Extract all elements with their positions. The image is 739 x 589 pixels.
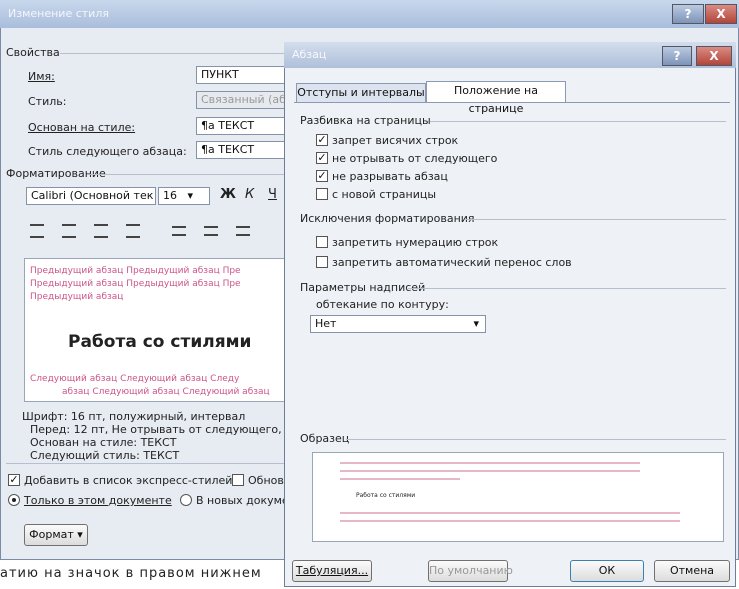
preview-next-line: абзац Следующий абзац Следующий абзац xyxy=(62,387,270,397)
based-on-select[interactable]: ¶a ТЕКСТ xyxy=(196,117,286,135)
properties-divider xyxy=(60,53,284,54)
document-body-text: атию на значок в правом нижнем xyxy=(0,566,262,581)
preview-line xyxy=(340,478,460,480)
name-label: Имя: xyxy=(28,70,55,83)
formatting-divider xyxy=(90,174,284,175)
style-description: Следующий стиль: ТЕКСТ xyxy=(30,449,180,462)
align-left-icon[interactable] xyxy=(30,224,44,238)
new-documents-radio[interactable] xyxy=(180,494,192,506)
add-quick-style-checkbox[interactable]: ✓ xyxy=(8,474,20,486)
tab-strip-line xyxy=(294,102,730,103)
tab-line-page-breaks[interactable]: Положение на странице xyxy=(426,81,566,115)
close-button[interactable]: X xyxy=(705,4,737,24)
keep-with-next-checkbox[interactable]: ✓ xyxy=(316,152,328,164)
one-half-spacing-icon[interactable] xyxy=(204,226,218,236)
align-center-icon[interactable] xyxy=(62,224,76,238)
keep-with-next-label: не отрывать от следующего xyxy=(332,152,498,165)
dont-hyphenate-checkbox[interactable] xyxy=(316,256,328,268)
font-size-select[interactable]: 16 ▾ xyxy=(158,187,210,205)
ok-button[interactable]: ОК xyxy=(570,560,644,582)
style-description: Основан на стиле: ТЕКСТ xyxy=(30,436,177,449)
help-button[interactable]: ? xyxy=(672,4,704,24)
cancel-button[interactable]: Отмена xyxy=(654,560,730,582)
single-spacing-icon[interactable] xyxy=(172,226,186,236)
style-description: Шрифт: 16 пт, полужирный, интервал xyxy=(22,410,246,423)
paragraph-title: Абзац xyxy=(292,48,327,61)
preview-line xyxy=(340,520,680,522)
widow-control-checkbox[interactable]: ✓ xyxy=(316,134,328,146)
preview-heading: Образец xyxy=(300,432,350,445)
tabs-button[interactable]: Табуляция... xyxy=(292,560,372,582)
preview-next-line: Следующий абзац Следующий абзац Следу xyxy=(30,374,240,384)
add-quick-style-label: Добавить в список экспресс-стилей xyxy=(24,474,233,487)
radio-selected-dot xyxy=(12,498,16,502)
only-this-document-label: Только в этом документе xyxy=(24,494,172,507)
tab-indents-spacing[interactable]: Отступы и интервалы xyxy=(296,83,426,103)
textbox-divider xyxy=(408,288,726,289)
preview-divider xyxy=(346,439,726,440)
page-break-before-checkbox[interactable] xyxy=(316,188,328,200)
pagination-heading: Разбивка на страницы xyxy=(300,114,431,127)
format-button[interactable]: Формат ▾ xyxy=(24,524,88,546)
textbox-options-heading: Параметры надписей xyxy=(300,281,426,294)
preview-line xyxy=(340,462,640,464)
page-break-before-label: с новой страницы xyxy=(332,188,437,201)
widow-control-label: запрет висячих строк xyxy=(332,134,459,147)
preview-previous-line: Предыдущий абзац Предыдущий абзац Пре xyxy=(30,279,241,289)
only-this-document-radio[interactable] xyxy=(8,494,20,506)
tight-wrap-select[interactable]: Нет ▾ xyxy=(310,315,486,333)
suppress-line-numbers-checkbox[interactable] xyxy=(316,236,328,248)
next-style-select[interactable]: ¶a ТЕКСТ xyxy=(196,141,286,159)
pagination-divider xyxy=(430,121,726,122)
bold-button[interactable]: Ж xyxy=(220,187,236,202)
keep-lines-together-label: не разрывать абзац xyxy=(332,170,448,183)
suppress-line-numbers-label: запретить нумерацию строк xyxy=(332,236,499,249)
exceptions-heading: Исключения форматирования xyxy=(300,212,475,225)
based-on-label: Основан на стиле: xyxy=(28,121,136,134)
paragraph-close-button[interactable]: X xyxy=(696,46,732,66)
preview-previous-line: Предыдущий абзац xyxy=(30,292,124,302)
name-input[interactable]: ПУНКТ xyxy=(196,66,286,84)
justify-icon[interactable] xyxy=(126,224,140,238)
auto-update-label: Обнов xyxy=(248,474,284,487)
italic-button[interactable]: К xyxy=(245,187,254,202)
exceptions-divider xyxy=(466,219,726,220)
align-right-icon[interactable] xyxy=(94,224,108,238)
modify-style-titlebar: Изменение стиля xyxy=(0,0,739,28)
keep-lines-together-checkbox[interactable]: ✓ xyxy=(316,170,328,182)
modify-style-title: Изменение стиля xyxy=(8,7,109,20)
double-spacing-icon[interactable] xyxy=(236,226,250,236)
preview-sample-text: Работа со стилями xyxy=(68,332,252,352)
description-divider xyxy=(6,463,284,464)
properties-heading: Свойства xyxy=(6,46,60,59)
underline-button[interactable]: Ч xyxy=(268,187,277,202)
dont-hyphenate-label: запретить автоматический перенос слов xyxy=(332,256,572,269)
paragraph-help-button[interactable]: ? xyxy=(662,46,692,66)
next-style-label: Стиль следующего абзаца: xyxy=(28,145,187,158)
preview-line xyxy=(340,470,640,472)
auto-update-checkbox[interactable] xyxy=(232,474,244,486)
paragraph-preview-sample: Работа со стилями xyxy=(356,492,416,499)
tight-wrap-label: обтекание по контуру: xyxy=(316,298,449,311)
style-type-label: Стиль: xyxy=(28,95,67,108)
style-type-select[interactable]: Связанный (абзац xyxy=(196,91,286,109)
set-default-button[interactable]: По умолчанию xyxy=(428,560,513,582)
font-select[interactable]: Calibri (Основной тек ▾ xyxy=(26,187,156,205)
preview-previous-line: Предыдущий абзац Предыдущий абзац Пре xyxy=(30,266,241,276)
style-description: Перед: 12 пт, Не отрывать от следующего,… xyxy=(30,423,311,436)
preview-line xyxy=(340,512,680,514)
